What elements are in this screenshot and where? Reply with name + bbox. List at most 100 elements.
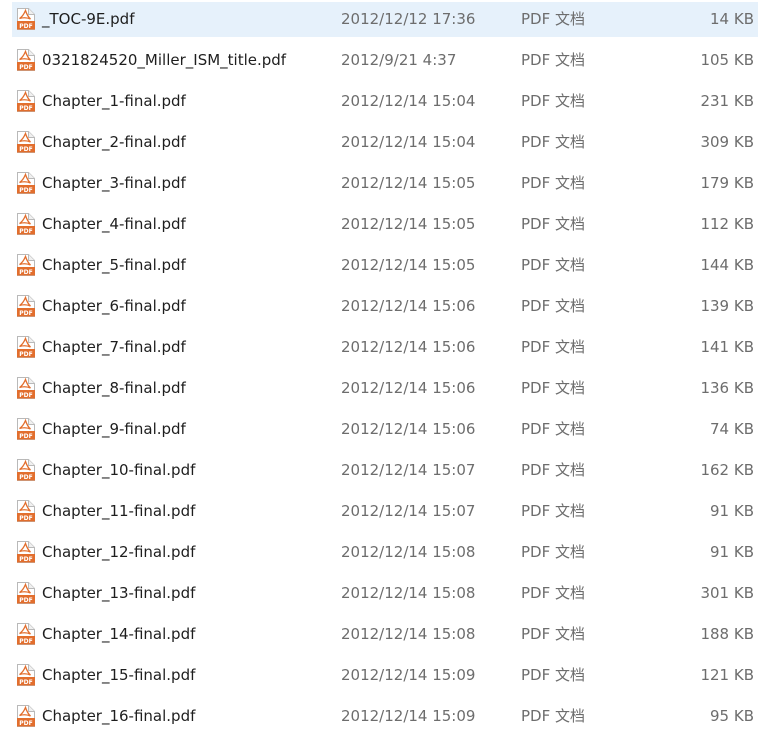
- file-date-modified: 2012/12/14 15:09: [341, 666, 476, 684]
- svg-text:PDF: PDF: [19, 392, 32, 399]
- file-row[interactable]: PDF Chapter_15-final.pdf 2012/12/14 15:0…: [12, 658, 758, 693]
- file-row[interactable]: PDF Chapter_3-final.pdf 2012/12/14 15:05…: [12, 166, 758, 201]
- file-size: 141 KB: [700, 338, 754, 356]
- pdf-file-icon: PDF: [16, 541, 36, 563]
- pdf-file-icon: PDF: [16, 336, 36, 358]
- file-size: 105 KB: [700, 51, 754, 69]
- file-size: 14 KB: [710, 10, 754, 28]
- file-row[interactable]: PDF Chapter_10-final.pdf 2012/12/14 15:0…: [12, 453, 758, 488]
- file-row[interactable]: PDF Chapter_12-final.pdf 2012/12/14 15:0…: [12, 535, 758, 570]
- file-name: Chapter_12-final.pdf: [42, 543, 196, 561]
- file-size: 95 KB: [710, 707, 754, 725]
- file-row[interactable]: PDF _TOC-9E.pdf 2012/12/12 17:36 PDF 文档 …: [12, 2, 758, 37]
- file-size: 144 KB: [700, 256, 754, 274]
- pdf-file-icon: PDF: [16, 8, 36, 30]
- svg-text:PDF: PDF: [19, 351, 32, 358]
- svg-text:PDF: PDF: [19, 556, 32, 563]
- file-row[interactable]: PDF Chapter_4-final.pdf 2012/12/14 15:05…: [12, 207, 758, 242]
- svg-text:PDF: PDF: [19, 146, 32, 153]
- file-name: Chapter_6-final.pdf: [42, 297, 186, 315]
- file-type: PDF 文档: [521, 338, 585, 356]
- file-date-modified: 2012/12/12 17:36: [341, 10, 476, 28]
- file-date-modified: 2012/12/14 15:04: [341, 92, 476, 110]
- file-name: Chapter_15-final.pdf: [42, 666, 196, 684]
- file-date-modified: 2012/12/14 15:06: [341, 297, 476, 315]
- file-row[interactable]: PDF Chapter_5-final.pdf 2012/12/14 15:05…: [12, 248, 758, 283]
- pdf-file-icon: PDF: [16, 90, 36, 112]
- file-type: PDF 文档: [521, 256, 585, 274]
- file-name: Chapter_1-final.pdf: [42, 92, 186, 110]
- file-name: Chapter_2-final.pdf: [42, 133, 186, 151]
- svg-text:PDF: PDF: [19, 310, 32, 317]
- file-type: PDF 文档: [521, 707, 585, 725]
- pdf-file-icon: PDF: [16, 131, 36, 153]
- file-date-modified: 2012/12/14 15:08: [341, 543, 476, 561]
- pdf-file-icon: PDF: [16, 295, 36, 317]
- file-size: 179 KB: [700, 174, 754, 192]
- file-date-modified: 2012/12/14 15:06: [341, 420, 476, 438]
- file-row[interactable]: PDF Chapter_7-final.pdf 2012/12/14 15:06…: [12, 330, 758, 365]
- file-size: 162 KB: [700, 461, 754, 479]
- file-size: 188 KB: [700, 625, 754, 643]
- file-name: Chapter_9-final.pdf: [42, 420, 186, 438]
- file-size: 121 KB: [700, 666, 754, 684]
- file-type: PDF 文档: [521, 625, 585, 643]
- file-date-modified: 2012/12/14 15:05: [341, 174, 476, 192]
- file-name: Chapter_5-final.pdf: [42, 256, 186, 274]
- file-type: PDF 文档: [521, 666, 585, 684]
- file-row[interactable]: PDF Chapter_13-final.pdf 2012/12/14 15:0…: [12, 576, 758, 611]
- file-name: Chapter_10-final.pdf: [42, 461, 196, 479]
- file-row[interactable]: PDF Chapter_9-final.pdf 2012/12/14 15:06…: [12, 412, 758, 447]
- file-size: 91 KB: [710, 543, 754, 561]
- file-name: Chapter_14-final.pdf: [42, 625, 196, 643]
- file-type: PDF 文档: [521, 92, 585, 110]
- file-name: Chapter_16-final.pdf: [42, 707, 196, 725]
- file-row[interactable]: PDF Chapter_6-final.pdf 2012/12/14 15:06…: [12, 289, 758, 324]
- file-size: 74 KB: [710, 420, 754, 438]
- file-name: Chapter_11-final.pdf: [42, 502, 196, 520]
- file-type: PDF 文档: [521, 379, 585, 397]
- file-type: PDF 文档: [521, 51, 585, 69]
- file-date-modified: 2012/12/14 15:05: [341, 256, 476, 274]
- file-type: PDF 文档: [521, 297, 585, 315]
- file-type: PDF 文档: [521, 215, 585, 233]
- file-row[interactable]: PDF Chapter_8-final.pdf 2012/12/14 15:06…: [12, 371, 758, 406]
- pdf-file-icon: PDF: [16, 254, 36, 276]
- file-row[interactable]: PDF Chapter_1-final.pdf 2012/12/14 15:04…: [12, 84, 758, 119]
- file-name: Chapter_4-final.pdf: [42, 215, 186, 233]
- file-size: 112 KB: [700, 215, 754, 233]
- pdf-file-icon: PDF: [16, 500, 36, 522]
- file-row[interactable]: PDF Chapter_2-final.pdf 2012/12/14 15:04…: [12, 125, 758, 160]
- file-row[interactable]: PDF 0321824520_Miller_ISM_title.pdf 2012…: [12, 43, 758, 78]
- file-size: 136 KB: [700, 379, 754, 397]
- file-date-modified: 2012/12/14 15:06: [341, 338, 476, 356]
- file-name: Chapter_8-final.pdf: [42, 379, 186, 397]
- file-type: PDF 文档: [521, 584, 585, 602]
- file-row[interactable]: PDF Chapter_14-final.pdf 2012/12/14 15:0…: [12, 617, 758, 652]
- svg-text:PDF: PDF: [19, 23, 32, 30]
- pdf-file-icon: PDF: [16, 705, 36, 727]
- file-name: _TOC-9E.pdf: [42, 10, 135, 28]
- svg-text:PDF: PDF: [19, 269, 32, 276]
- file-type: PDF 文档: [521, 420, 585, 438]
- file-type: PDF 文档: [521, 543, 585, 561]
- file-row[interactable]: PDF Chapter_16-final.pdf 2012/12/14 15:0…: [12, 699, 758, 734]
- svg-text:PDF: PDF: [19, 638, 32, 645]
- svg-text:PDF: PDF: [19, 64, 32, 71]
- file-date-modified: 2012/12/14 15:07: [341, 461, 476, 479]
- file-date-modified: 2012/12/14 15:04: [341, 133, 476, 151]
- file-row[interactable]: PDF Chapter_11-final.pdf 2012/12/14 15:0…: [12, 494, 758, 529]
- file-date-modified: 2012/12/14 15:07: [341, 502, 476, 520]
- file-type: PDF 文档: [521, 461, 585, 479]
- file-date-modified: 2012/12/14 15:08: [341, 625, 476, 643]
- file-type: PDF 文档: [521, 10, 585, 28]
- svg-text:PDF: PDF: [19, 515, 32, 522]
- file-name: Chapter_13-final.pdf: [42, 584, 196, 602]
- file-size: 139 KB: [700, 297, 754, 315]
- pdf-file-icon: PDF: [16, 377, 36, 399]
- file-date-modified: 2012/12/14 15:06: [341, 379, 476, 397]
- file-type: PDF 文档: [521, 133, 585, 151]
- svg-text:PDF: PDF: [19, 433, 32, 440]
- file-date-modified: 2012/12/14 15:09: [341, 707, 476, 725]
- pdf-file-icon: PDF: [16, 49, 36, 71]
